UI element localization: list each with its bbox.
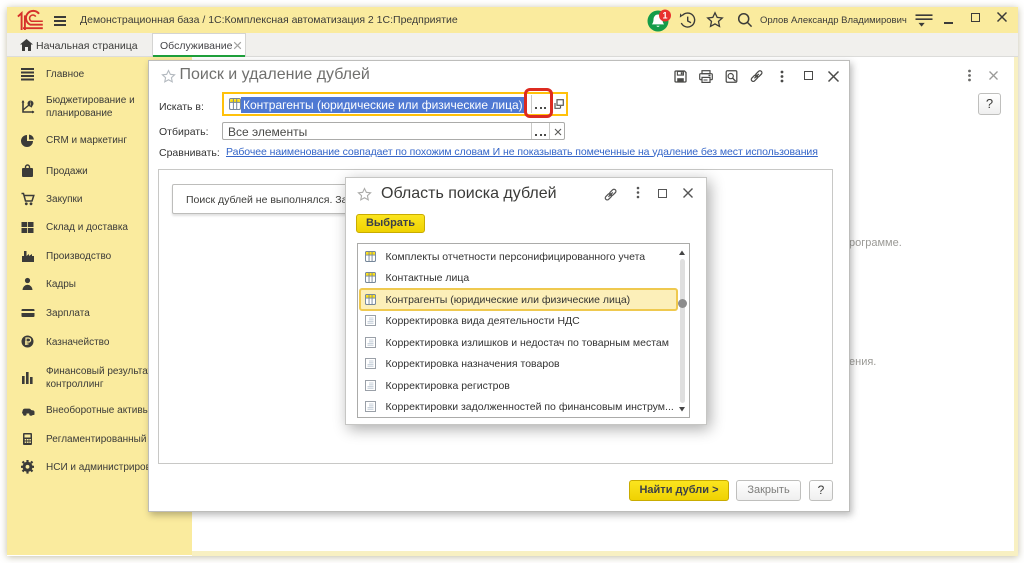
svg-text:1: 1 xyxy=(662,11,667,21)
svg-text:i: i xyxy=(30,102,31,108)
